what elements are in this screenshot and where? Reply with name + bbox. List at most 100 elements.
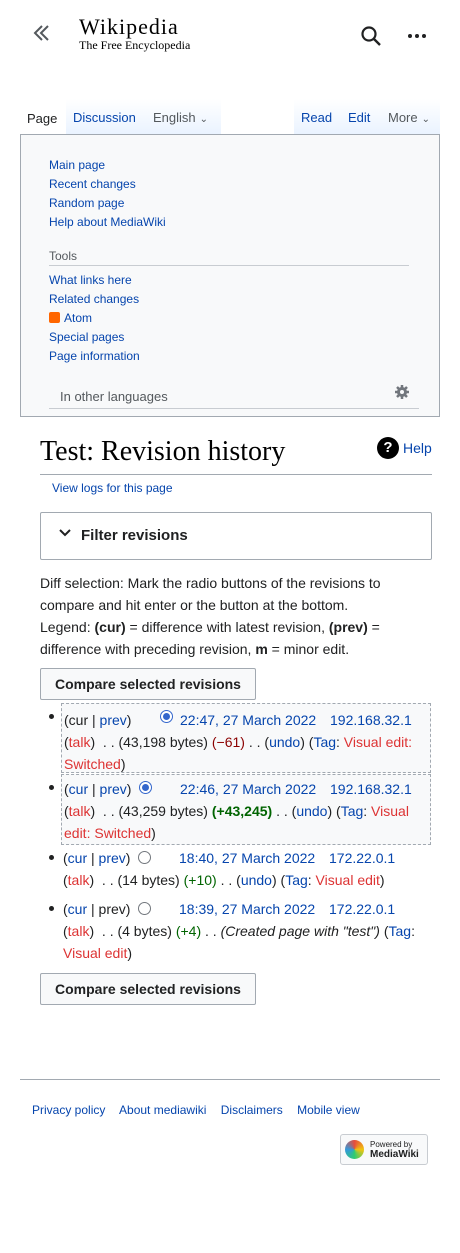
diff-old-radio[interactable] xyxy=(138,902,151,915)
tab-discussion-label: Discussion xyxy=(73,110,136,125)
menu-item-main-page[interactable]: Main page xyxy=(49,158,105,172)
revision-diff-size: (+4) xyxy=(175,923,202,939)
menu-item-help[interactable]: Help about MediaWiki xyxy=(49,215,166,229)
logo-wordmark[interactable]: Wikipedia xyxy=(79,14,179,40)
collapse-menu-icon[interactable] xyxy=(30,22,56,48)
main-menu-panel: Main page Recent changes Random page Hel… xyxy=(20,134,440,417)
revision-row: (cur | prev) 22:47, 27 March 2022 192.16… xyxy=(61,703,431,773)
compare-revisions-button[interactable]: Compare selected revisions xyxy=(40,668,256,700)
legend-cur-desc: = difference with latest revision, xyxy=(125,619,329,635)
revision-diff-size: (+43,245) xyxy=(211,803,273,819)
tab-read[interactable]: Read xyxy=(294,99,341,134)
edit-summary: (Created page with "test") xyxy=(220,923,380,939)
prev-link[interactable]: prev xyxy=(100,712,127,728)
chevron-down-icon: ⌄ xyxy=(421,114,431,125)
list-bullet xyxy=(49,714,54,719)
tag-label-link[interactable]: Tag xyxy=(341,803,364,819)
revision-size: (14 bytes) xyxy=(117,872,180,888)
revision-timestamp-link[interactable]: 18:39, 27 March 2022 xyxy=(179,898,315,920)
mediawiki-logo-icon xyxy=(345,1140,364,1159)
tab-language-label: English xyxy=(153,110,196,125)
legend-minor: m xyxy=(255,641,268,657)
menu-item-atom[interactable]: Atom xyxy=(49,311,92,325)
help-link[interactable]: Help xyxy=(403,440,432,456)
diff-new-radio[interactable] xyxy=(160,710,173,723)
revision-user-link[interactable]: 192.168.32.1 xyxy=(330,778,412,800)
rss-feed-icon xyxy=(49,312,60,323)
talk-link[interactable]: talk xyxy=(69,803,91,819)
chevron-down-icon: ⌄ xyxy=(199,114,209,125)
footer-privacy-link[interactable]: Privacy policy xyxy=(32,1103,105,1117)
revision-user-link[interactable]: 192.168.32.1 xyxy=(330,709,412,731)
menu-item-special-pages[interactable]: Special pages xyxy=(49,330,124,344)
revision-timestamp-link[interactable]: 22:47, 27 March 2022 xyxy=(180,709,316,731)
undo-link[interactable]: undo xyxy=(269,734,300,750)
view-logs-link[interactable]: View logs for this page xyxy=(52,481,173,495)
revision-diff-size: (−61) xyxy=(211,734,245,750)
undo-link[interactable]: undo xyxy=(296,803,327,819)
tab-language[interactable]: English ⌄ xyxy=(146,99,221,134)
powered-by-mediawiki-badge[interactable]: Powered by MediaWiki xyxy=(340,1134,428,1165)
legend-minor-desc: = minor edit. xyxy=(267,641,350,657)
revision-row: (cur | prev) 18:40, 27 March 2022 172.22… xyxy=(61,847,431,897)
page-title: Test: Revision history xyxy=(40,436,286,467)
footer-about-link[interactable]: About mediawiki xyxy=(119,1103,206,1117)
menu-item-recent-changes[interactable]: Recent changes xyxy=(49,177,136,191)
help-icon[interactable]: ? xyxy=(377,437,399,459)
tag-link[interactable]: Visual edit xyxy=(63,945,127,961)
revision-timestamp-link[interactable]: 18:40, 27 March 2022 xyxy=(179,847,315,869)
revision-user-link[interactable]: 172.22.0.1 xyxy=(329,847,395,869)
tab-page[interactable]: Page xyxy=(20,99,66,134)
cur-label: cur xyxy=(68,712,89,728)
cur-link[interactable]: cur xyxy=(69,781,88,797)
filter-revisions-toggle[interactable]: Filter revisions xyxy=(40,512,432,560)
gear-icon[interactable] xyxy=(394,384,410,400)
tag-link[interactable]: Visual edit xyxy=(316,872,380,888)
footer-mobile-view-link[interactable]: Mobile view xyxy=(297,1103,360,1117)
legend-prefix: Legend: xyxy=(40,619,95,635)
undo-link[interactable]: undo xyxy=(241,872,272,888)
more-options-icon[interactable] xyxy=(406,25,428,47)
revision-timestamp-link[interactable]: 22:46, 27 March 2022 xyxy=(180,778,316,800)
divider xyxy=(49,265,409,266)
cur-link[interactable]: cur xyxy=(68,901,87,917)
prev-link[interactable]: prev xyxy=(99,850,126,866)
menu-item-related-changes[interactable]: Related changes xyxy=(49,292,139,306)
revision-row: (cur | prev) 18:39, 27 March 2022 172.22… xyxy=(61,898,431,964)
tab-edit[interactable]: Edit xyxy=(341,99,381,134)
talk-link[interactable]: talk xyxy=(69,734,91,750)
chevron-down-icon xyxy=(58,526,72,545)
prev-link[interactable]: prev xyxy=(100,781,127,797)
revision-user-link[interactable]: 172.22.0.1 xyxy=(329,898,395,920)
tab-more[interactable]: More ⌄ xyxy=(381,99,440,134)
tab-edit-label: Edit xyxy=(348,110,371,125)
tag-label-link[interactable]: Tag xyxy=(389,923,412,939)
footer-links: Privacy policy About mediawiki Disclaime… xyxy=(32,1103,371,1117)
cur-link[interactable]: cur xyxy=(68,850,87,866)
tab-discussion[interactable]: Discussion xyxy=(66,99,146,134)
diff-old-radio[interactable] xyxy=(139,781,152,794)
menu-item-what-links-here[interactable]: What links here xyxy=(49,273,132,287)
diff-instructions: Diff selection: Mark the radio buttons o… xyxy=(40,572,420,660)
search-icon[interactable] xyxy=(360,25,382,47)
talk-link[interactable]: talk xyxy=(68,923,90,939)
tag-label-link[interactable]: Tag xyxy=(285,872,308,888)
languages-heading[interactable]: In other languages xyxy=(60,389,168,404)
legend-prev: (prev) xyxy=(328,619,368,635)
divider xyxy=(49,408,419,409)
talk-link[interactable]: talk xyxy=(68,872,90,888)
diff-old-radio[interactable] xyxy=(138,851,151,864)
list-bullet xyxy=(49,855,54,860)
divider xyxy=(20,1079,440,1080)
revision-size: (43,259 bytes) xyxy=(118,803,208,819)
divider xyxy=(40,474,432,475)
logo-tagline: The Free Encyclopedia xyxy=(79,38,191,52)
menu-item-page-information[interactable]: Page information xyxy=(49,349,140,363)
filter-revisions-label: Filter revisions xyxy=(81,527,188,544)
menu-item-atom-label: Atom xyxy=(64,311,93,325)
footer-disclaimers-link[interactable]: Disclaimers xyxy=(221,1103,283,1117)
menu-item-random-page[interactable]: Random page xyxy=(49,196,124,210)
compare-revisions-button-bottom[interactable]: Compare selected revisions xyxy=(40,973,256,1005)
tab-read-label: Read xyxy=(301,110,333,125)
tag-label-link[interactable]: Tag xyxy=(313,734,336,750)
